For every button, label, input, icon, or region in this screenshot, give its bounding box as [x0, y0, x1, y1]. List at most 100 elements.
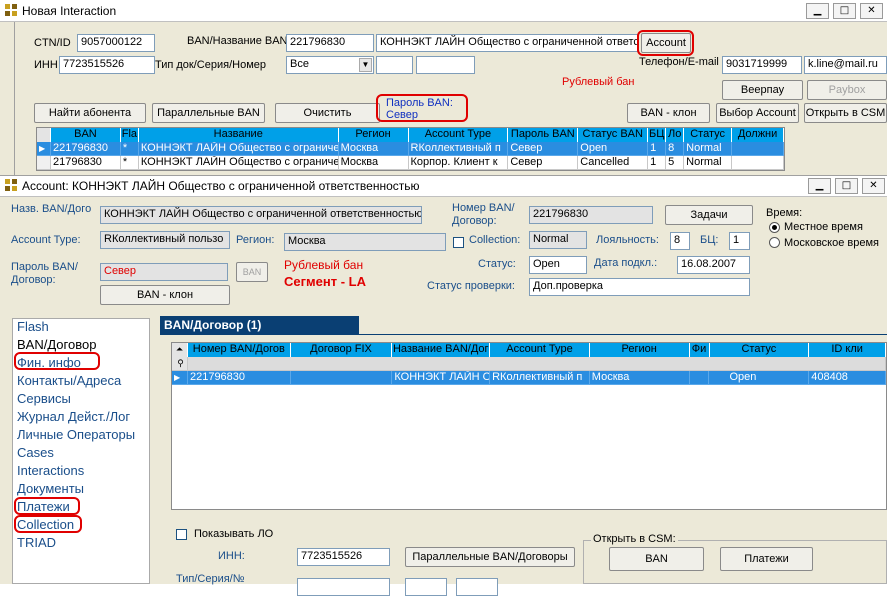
sidebar-item-services[interactable]: Сервисы [17, 391, 71, 406]
col-header[interactable]: BAN [50, 128, 121, 142]
collection-field: Normal [529, 231, 587, 249]
grid-cell [290, 371, 393, 385]
pass-label-line: Пароль BAN/ [11, 261, 78, 273]
grid-col-header[interactable]: Регион [589, 343, 690, 357]
table-cell: 5 [666, 156, 685, 170]
show-lo-checkbox[interactable] [176, 529, 187, 540]
sidebar-item-ban-contract[interactable]: BAN/Договор [17, 337, 96, 352]
sidebar-item-contacts[interactable]: Контакты/Адреса [17, 373, 121, 388]
sidebar-item-interactions[interactable]: Interactions [17, 463, 84, 478]
doc-number-input[interactable] [416, 56, 475, 74]
tasks-button[interactable]: Задачи [665, 205, 753, 225]
local-time-label: Местное время [784, 221, 863, 233]
grid-col-header[interactable]: ID кли [809, 343, 886, 357]
table-cell: Север [508, 142, 579, 156]
pass-field: Север [100, 263, 228, 281]
ban-small-button[interactable]: BAN [236, 262, 268, 282]
col-header[interactable]: Ло [666, 128, 685, 142]
col-header[interactable]: Fla [120, 128, 139, 142]
table-cell: 21796830 [50, 156, 121, 170]
col-header[interactable]: Пароль BAN [508, 128, 579, 142]
sidebar-item-operators[interactable]: Личные Операторы [17, 427, 135, 442]
sidebar-item-triad[interactable]: TRIAD [17, 535, 56, 550]
left-divider [14, 22, 15, 175]
sidebar-item-flash[interactable]: Flash [17, 319, 49, 334]
table-row[interactable]: 21796830 * КОННЭКТ ЛАЙН Общество с огран… [37, 156, 784, 170]
ban-input[interactable]: 221796830 [286, 34, 374, 52]
loyalty-label: Лояльность: [596, 234, 659, 246]
find-subscriber-button[interactable]: Найти абонента [34, 103, 146, 123]
ban-clone-button[interactable]: BAN - клон [100, 285, 230, 305]
sort-up-icon[interactable]: ⏶ [172, 343, 188, 357]
chevron-down-icon[interactable]: ▼ [359, 58, 372, 72]
collection-label: Collection: [469, 234, 521, 246]
csm-ban-button[interactable]: BAN [609, 547, 704, 571]
parallel-ban-button[interactable]: Параллельные BAN [152, 103, 265, 123]
doc-series-field[interactable] [405, 578, 447, 596]
new-interaction-titlebar[interactable]: Новая Interaction ▁ □ ✕ [0, 0, 887, 22]
table-cell: Москва [338, 156, 409, 170]
grid-col-header[interactable]: Статус [709, 343, 810, 357]
sidebar-item-documents[interactable]: Документы [17, 481, 84, 496]
account-titlebar[interactable]: Account: КОННЭКТ ЛАЙН Общество с огранич… [0, 175, 887, 197]
col-header[interactable]: Статус [684, 128, 733, 142]
grid-col-header[interactable]: Название BAN/Дог [392, 343, 491, 357]
ban-clone-button-top[interactable]: BAN - клон [627, 103, 710, 123]
tab-ban-contract-header[interactable]: BAN/Договор (1) [160, 316, 359, 334]
grid-col-header[interactable]: Фи [689, 343, 710, 357]
table-row[interactable]: ▶ 221796830 * КОННЭКТ ЛАЙН Общество с ог… [37, 142, 784, 156]
table-cell: 1 [648, 142, 667, 156]
col-header[interactable]: Account Type [408, 128, 509, 142]
paybox-button[interactable]: Paybox [807, 80, 887, 100]
grid-row[interactable]: ▶ 221796830 КОННЭКТ ЛАЙН О RКоллективный… [172, 371, 886, 385]
number-label-line: Номер BAN/ [452, 202, 515, 214]
open-csm-button-top[interactable]: Открыть в CSM [804, 103, 887, 123]
close-icon[interactable]: ✕ [862, 178, 885, 194]
moscow-time-radio[interactable] [769, 237, 780, 248]
parallel-ban-contracts-button[interactable]: Параллельные BAN/Договоры [405, 547, 575, 567]
sidebar-item-cases[interactable]: Cases [17, 445, 54, 460]
choose-account-button[interactable]: Выбор Account [716, 103, 799, 123]
grid-col-header[interactable]: Номер BAN/Догов [187, 343, 291, 357]
veerpay-button[interactable]: Веерпау [722, 80, 803, 100]
csm-payments-button[interactable]: Платежи [720, 547, 813, 571]
col-header[interactable]: Должни [732, 128, 784, 142]
ban-name-input[interactable]: КОННЭКТ ЛАЙН Общество с ограниченной отв… [376, 34, 638, 52]
filter-row-cells[interactable] [187, 357, 886, 371]
doc-series-label: Тип/Серия/№ [176, 573, 245, 585]
close-icon[interactable]: ✕ [860, 3, 883, 19]
doc-type-field[interactable] [297, 578, 390, 596]
grid-header: ⏶ Номер BAN/Догов Договор FIX Название B… [172, 343, 886, 357]
table-cell: Москва [338, 142, 409, 156]
grid-col-header[interactable]: Account Type [490, 343, 590, 357]
sidebar-item-log[interactable]: Журнал Дейст./Лог [17, 409, 130, 424]
doc-number-field[interactable] [456, 578, 498, 596]
minimize-icon[interactable]: ▁ [808, 178, 831, 194]
local-time-radio[interactable] [769, 222, 780, 233]
open-csm-label: Открыть в CSM: [591, 533, 678, 545]
phone-input[interactable]: 9031719999 [722, 56, 802, 74]
col-header[interactable]: БЦ [648, 128, 667, 142]
col-header[interactable]: Регион [338, 128, 409, 142]
phone-email-label: Телефон/E-mail [639, 56, 719, 68]
col-header[interactable]: Название [138, 128, 339, 142]
number-label: Номер BAN/Договор: [452, 202, 515, 228]
doctype-select[interactable]: Все ▼ [286, 56, 374, 74]
col-header[interactable]: Статус BAN [578, 128, 649, 142]
inn-field-2: 7723515526 [297, 548, 390, 566]
email-input[interactable]: k.line@mail.ru [804, 56, 887, 74]
doc-series-input[interactable] [376, 56, 413, 74]
maximize-icon[interactable]: □ [833, 3, 856, 19]
clear-button[interactable]: Очистить [275, 103, 380, 123]
maximize-icon[interactable]: □ [835, 178, 858, 194]
inn-input[interactable]: 7723515526 [59, 56, 155, 74]
grid-filter-row[interactable]: ⚲ [172, 357, 886, 371]
ban-number-field: 221796830 [529, 206, 653, 224]
current-row-arrow-icon: ▶ [172, 371, 188, 385]
minimize-icon[interactable]: ▁ [806, 3, 829, 19]
filter-search-icon[interactable]: ⚲ [172, 357, 188, 371]
ctn-input[interactable]: 9057000122 [77, 34, 155, 52]
collection-checkbox[interactable] [453, 237, 464, 248]
time-label: Время: [766, 207, 803, 219]
grid-col-header[interactable]: Договор FIX [290, 343, 393, 357]
